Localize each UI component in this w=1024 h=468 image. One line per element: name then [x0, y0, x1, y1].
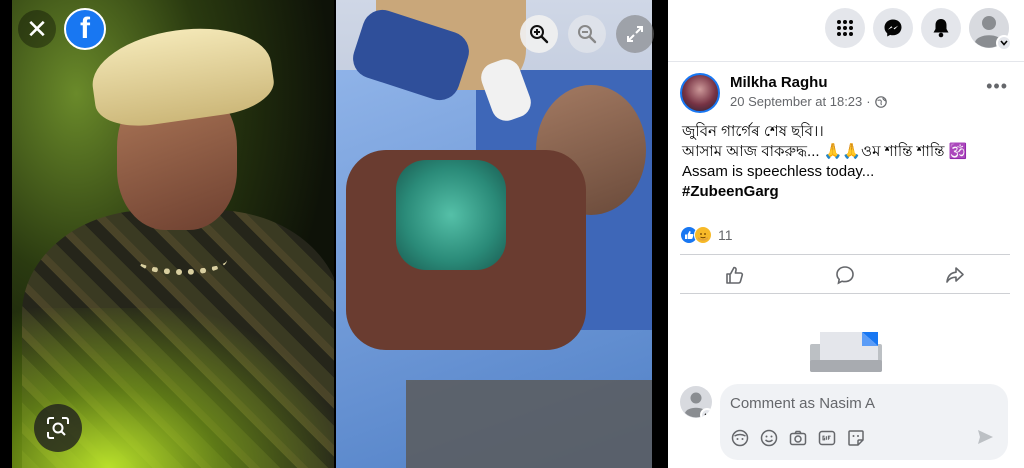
- zoom-in-icon: [530, 25, 549, 44]
- post-text: জুবিন গাৰ্গেৰ শেষ ছবি।। আসাম আজ বাকরুদ্ধ…: [682, 122, 1012, 202]
- messenger-icon: [884, 19, 902, 37]
- bell-icon: [933, 19, 949, 38]
- chevron-down-icon: [996, 35, 1012, 51]
- send-icon: [978, 430, 993, 444]
- zoom-out-button[interactable]: [568, 15, 606, 53]
- divider: [668, 61, 1024, 62]
- gif-button[interactable]: [817, 428, 837, 448]
- globe-icon: [874, 95, 887, 108]
- sticker-icon: [848, 430, 864, 446]
- reactions-summary[interactable]: 11: [680, 226, 733, 244]
- visual-search-button[interactable]: [34, 404, 82, 452]
- avatar-sticker-button[interactable]: [730, 428, 750, 448]
- post-header: Milkha Raghu 20 September at 18:23 · •••: [678, 70, 1018, 118]
- lens-icon: [47, 417, 69, 439]
- hashtag-link[interactable]: #ZubeenGarg: [682, 182, 1012, 202]
- post-text-line: Assam is speechless today...: [682, 163, 875, 180]
- post-panel: Milkha Raghu 20 September at 18:23 · •••…: [668, 0, 1024, 468]
- chevron-down-icon: [700, 408, 712, 418]
- comment-box: [720, 384, 1008, 460]
- close-icon: ✕: [26, 13, 48, 44]
- messenger-button[interactable]: [873, 8, 913, 48]
- more-options-button[interactable]: •••: [986, 76, 1008, 97]
- sticker-button[interactable]: [846, 428, 866, 448]
- thumbs-up-icon: [726, 266, 744, 284]
- grid-menu-icon: [837, 20, 853, 36]
- photo-singer: [12, 0, 334, 468]
- photo-viewer: ✕ f: [0, 0, 668, 468]
- camera-icon: [789, 430, 807, 446]
- care-reaction-icon: [694, 226, 712, 244]
- comment-input[interactable]: [730, 392, 1000, 414]
- expand-icon: [627, 26, 643, 42]
- emoji-button[interactable]: [759, 428, 779, 448]
- facebook-logo-letter: f: [80, 12, 90, 45]
- photo-hospital: [336, 0, 652, 468]
- avatar-sticker-icon: [731, 429, 749, 447]
- reaction-count: 11: [718, 227, 733, 243]
- camera-button[interactable]: [788, 428, 808, 448]
- commenter-avatar[interactable]: [680, 386, 712, 418]
- comment-button[interactable]: [790, 258, 900, 292]
- post-text-line: জুবিন গাৰ্গেৰ শেষ ছবি।।: [682, 123, 824, 140]
- facebook-logo-icon[interactable]: f: [64, 8, 106, 50]
- share-button[interactable]: [900, 258, 1010, 292]
- top-bar: [668, 0, 1024, 62]
- comment-bubble-icon: [836, 266, 854, 285]
- notifications-button[interactable]: [921, 8, 961, 48]
- zoom-out-icon: [578, 25, 597, 44]
- zoom-in-button[interactable]: [520, 15, 558, 53]
- author-avatar[interactable]: [680, 73, 720, 113]
- no-comments-illustration: [810, 332, 882, 372]
- post-meta: 20 September at 18:23 ·: [730, 94, 887, 109]
- close-button[interactable]: ✕: [18, 10, 56, 48]
- fullscreen-button[interactable]: [616, 15, 654, 53]
- divider: [680, 293, 1010, 294]
- post-text-line: আসাম আজ বাকরুদ্ধ... 🙏🙏ওম শান্তি শান্তি 🕉…: [682, 143, 968, 160]
- post-actions: [680, 258, 1010, 292]
- post-timestamp[interactable]: 20 September at 18:23: [730, 94, 862, 109]
- send-button[interactable]: [976, 428, 996, 448]
- account-button[interactable]: [969, 8, 1012, 51]
- smiley-icon: [760, 429, 778, 447]
- comment-composer: [680, 384, 1020, 464]
- like-button[interactable]: [680, 258, 790, 292]
- menu-button[interactable]: [825, 8, 865, 48]
- gif-icon: [818, 430, 836, 446]
- divider: [680, 254, 1010, 255]
- share-arrow-icon: [946, 267, 964, 283]
- author-name[interactable]: Milkha Raghu: [730, 74, 828, 91]
- comment-tools: [730, 428, 866, 448]
